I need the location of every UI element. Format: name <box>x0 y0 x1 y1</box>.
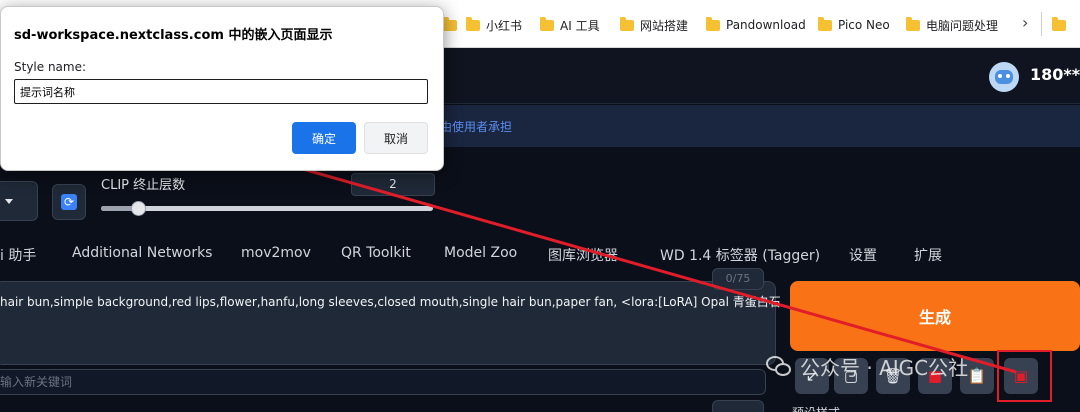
folder-icon <box>906 16 920 31</box>
style-name-label: Style name: <box>14 60 87 74</box>
dialog-title: sd-workspace.nextclass.com 中的嵌入页面显示 <box>14 28 333 43</box>
wechat-icon <box>766 355 792 378</box>
folder-icon <box>706 16 720 31</box>
tab-additional-networks[interactable]: Additional Networks <box>72 245 212 261</box>
prompt-text: hair bun,simple background,red lips,flow… <box>0 295 780 309</box>
bookmarks-more-icon[interactable]: › <box>1022 13 1028 32</box>
cancel-button[interactable]: 取消 <box>364 122 428 154</box>
bookmark-xiaohongshu[interactable]: 小红书 <box>466 16 522 34</box>
folder-icon <box>443 16 457 31</box>
tab-image-browser[interactable]: 图库浏览器 <box>548 245 618 265</box>
robot-icon <box>995 70 1013 84</box>
tab-model-zoo[interactable]: Model Zoo <box>444 245 517 261</box>
bookmark-partial[interactable] <box>443 16 463 34</box>
generate-button[interactable]: 生成 <box>790 281 1080 351</box>
avatar[interactable] <box>989 62 1019 92</box>
tab-extensions[interactable]: 扩展 <box>914 245 942 265</box>
bookmark-pc-troubleshooting[interactable]: 电脑问题处理 <box>906 16 998 34</box>
new-keyword-input[interactable] <box>0 373 300 391</box>
username[interactable]: 180*** <box>1030 65 1080 84</box>
bookmarks-separator <box>1041 12 1042 36</box>
bookmark-ai-tools[interactable]: AI 工具 <box>540 16 600 34</box>
refresh-icon: ⟳ <box>61 194 77 210</box>
bookmark-pandownload[interactable]: Pandownload <box>706 16 806 34</box>
annotation-highlight-box <box>997 350 1052 402</box>
folder-icon <box>620 16 634 31</box>
bookmark-website-building[interactable]: 网站搭建 <box>620 16 688 34</box>
folder-icon <box>1052 16 1066 31</box>
bookmark-pico-neo[interactable]: Pico Neo <box>818 16 890 34</box>
token-counter: 0/75 <box>712 268 764 290</box>
clip-skip-slider-thumb[interactable] <box>130 201 146 216</box>
clipboard-icon: 📋 <box>967 367 987 385</box>
folder-icon <box>540 16 554 31</box>
folder-icon <box>818 16 832 31</box>
all-bookmarks-button[interactable] <box>1052 16 1072 34</box>
refresh-button[interactable]: ⟳ <box>52 184 86 220</box>
folder-icon <box>466 16 480 31</box>
model-select[interactable] <box>0 181 38 221</box>
ok-button[interactable]: 确定 <box>292 122 356 154</box>
watermark: 公众号 · AIGC公社 <box>766 352 968 381</box>
style-name-input[interactable] <box>14 79 428 104</box>
tab-mov2mov[interactable]: mov2mov <box>241 245 311 261</box>
chevron-down-icon <box>5 199 13 204</box>
token-counter-secondary <box>712 400 764 412</box>
tab-qr-toolkit[interactable]: QR Toolkit <box>341 245 411 261</box>
tab-wd-tagger[interactable]: WD 1.4 标签器 (Tagger) <box>660 245 820 265</box>
prompt-dialog: sd-workspace.nextclass.com 中的嵌入页面显示 Styl… <box>0 6 444 171</box>
tab-assistant[interactable]: i 助手 <box>0 245 36 265</box>
clip-skip-slider[interactable] <box>101 201 433 216</box>
clip-skip-label: CLIP 终止层数 <box>101 178 186 193</box>
watermark-text: 公众号 · AIGC公社 <box>800 356 969 380</box>
clip-skip-input[interactable]: 2 <box>351 173 435 196</box>
tab-settings[interactable]: 设置 <box>849 245 877 265</box>
preset-styles-label: 预设样式 <box>792 404 840 412</box>
